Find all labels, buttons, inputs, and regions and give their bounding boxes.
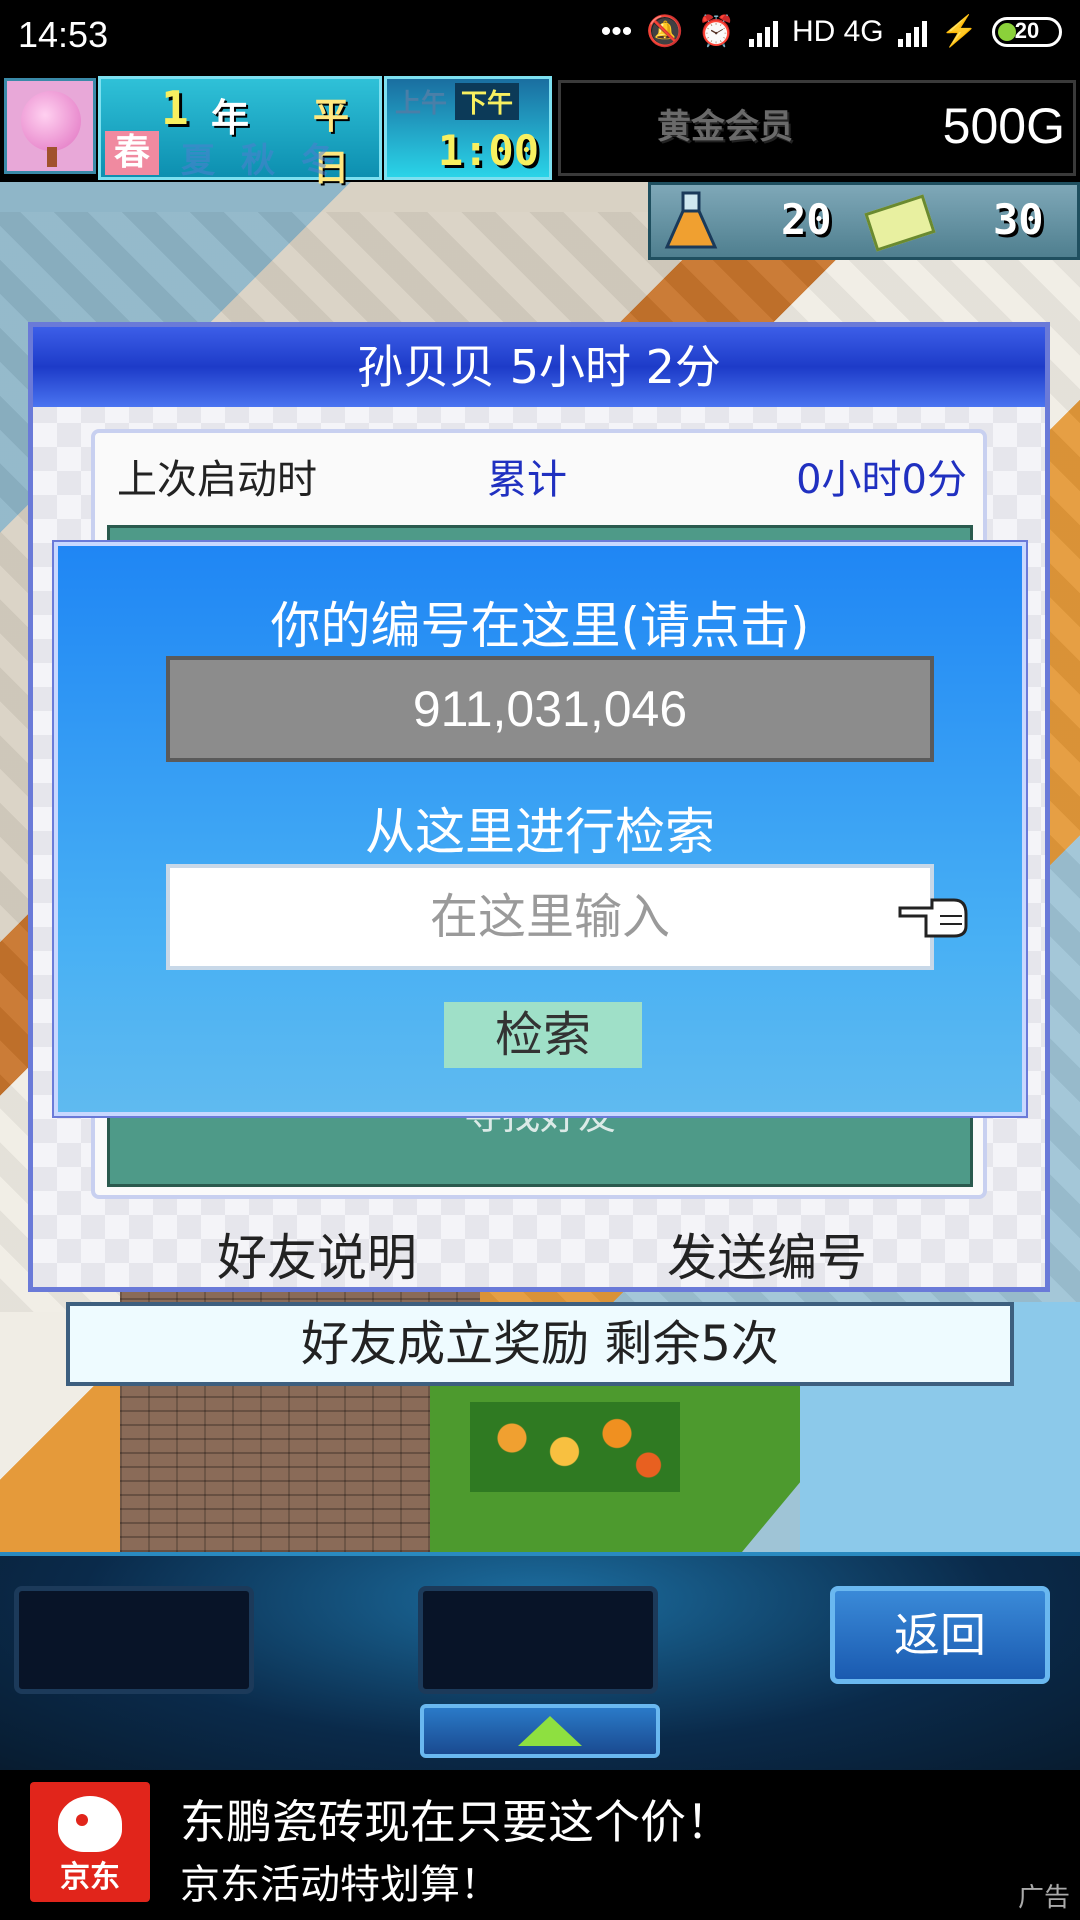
signal-icon bbox=[748, 17, 778, 47]
season-winter: 冬 bbox=[301, 141, 335, 181]
search-title: 从这里进行检索 bbox=[365, 803, 715, 861]
total-value: 0小时0分 bbox=[796, 457, 967, 503]
member-label: 黄金会员 bbox=[657, 107, 793, 147]
up-arrow-icon bbox=[518, 1716, 582, 1746]
ticket-icon bbox=[864, 194, 936, 252]
menu-slot-left[interactable] bbox=[14, 1586, 254, 1694]
flask-icon bbox=[664, 191, 718, 249]
signal-icon-2 bbox=[897, 17, 927, 47]
launch-row: 上次启动时 累计 0小时0分 bbox=[95, 447, 983, 507]
jd-logo[interactable]: 京东 bbox=[30, 1782, 150, 1902]
status-time: 14:53 bbox=[18, 14, 109, 55]
launch-label: 上次启动时 bbox=[117, 457, 317, 503]
status-icons: ••• 🔕 ⏰ HD 4G ⚡ 20 bbox=[601, 14, 1062, 49]
friend-help-button[interactable]: 好友说明 bbox=[211, 1217, 423, 1291]
money-panel: 黄金会员 500G bbox=[558, 80, 1076, 176]
alarm-icon: ⏰ bbox=[697, 15, 735, 48]
time-panel: 上午 下午 1:00 bbox=[384, 76, 552, 180]
ad-subline[interactable]: 京东活动特划算！ bbox=[180, 1852, 500, 1910]
pm-label: 下午 bbox=[455, 83, 520, 120]
bottom-bar: 返回 bbox=[0, 1552, 1080, 1770]
reward-bar: 好友成立奖励 剩余5次 bbox=[66, 1302, 1014, 1386]
date-panel: 1 年 平日 春 夏 秋 冬 bbox=[98, 76, 382, 189]
ad-banner[interactable]: 京东 东鹏瓷砖现在只要这个价！ 京东活动特划算！ 广告 bbox=[0, 1770, 1080, 1920]
resource-bar: 20 30 bbox=[648, 182, 1080, 260]
search-button[interactable]: 检索 bbox=[444, 1002, 642, 1068]
season-spring: 春 bbox=[105, 131, 159, 175]
send-id-button[interactable]: 发送编号 bbox=[661, 1217, 873, 1291]
dialog-title: 孙贝贝 5小时 2分 bbox=[33, 327, 1045, 407]
year-number: 1 bbox=[161, 81, 189, 135]
season-summer: 夏 bbox=[181, 141, 215, 181]
ad-headline[interactable]: 东鹏瓷砖现在只要这个价！ bbox=[180, 1786, 732, 1852]
top-hud: 1 年 平日 春 夏 秋 冬 上午 下午 1:00 黄金会员 500G bbox=[0, 72, 1080, 189]
charging-icon: ⚡ bbox=[940, 15, 978, 48]
battery-icon: 20 bbox=[992, 16, 1062, 47]
ad-tag: 广告 bbox=[1017, 1883, 1070, 1913]
game-clock: 1:00 bbox=[437, 126, 539, 175]
menu-slot-center[interactable] bbox=[418, 1586, 658, 1694]
money-amount: 500G bbox=[942, 98, 1065, 154]
more-icon: ••• bbox=[600, 14, 633, 48]
user-id-box[interactable]: 911,031,046 bbox=[166, 656, 934, 762]
id-popup: 你的编号在这里(请点击) 911,031,046 从这里进行检索 检索 bbox=[54, 542, 1026, 1116]
ticket-count: 30 bbox=[993, 195, 1044, 244]
cherry-tree-icon[interactable] bbox=[4, 78, 96, 174]
pointing-hand-icon bbox=[898, 898, 968, 938]
expand-up-button[interactable] bbox=[420, 1704, 660, 1758]
flower-bed bbox=[470, 1402, 680, 1492]
back-button[interactable]: 返回 bbox=[830, 1586, 1050, 1684]
jd-dog-icon bbox=[58, 1796, 122, 1852]
season-autumn: 秋 bbox=[241, 141, 275, 181]
popup-title: 你的编号在这里(请点击) bbox=[270, 597, 810, 655]
network-label: HD 4G bbox=[791, 14, 884, 48]
research-points: 20 bbox=[781, 195, 832, 244]
search-input[interactable] bbox=[166, 864, 934, 970]
am-label: 上午 bbox=[395, 89, 448, 119]
mute-icon: 🔕 bbox=[646, 15, 684, 48]
total-label: 累计 bbox=[487, 457, 567, 503]
status-bar: 14:53 ••• 🔕 ⏰ HD 4G ⚡ 20 bbox=[0, 0, 1080, 72]
logo-text: 京东 bbox=[60, 1860, 120, 1895]
